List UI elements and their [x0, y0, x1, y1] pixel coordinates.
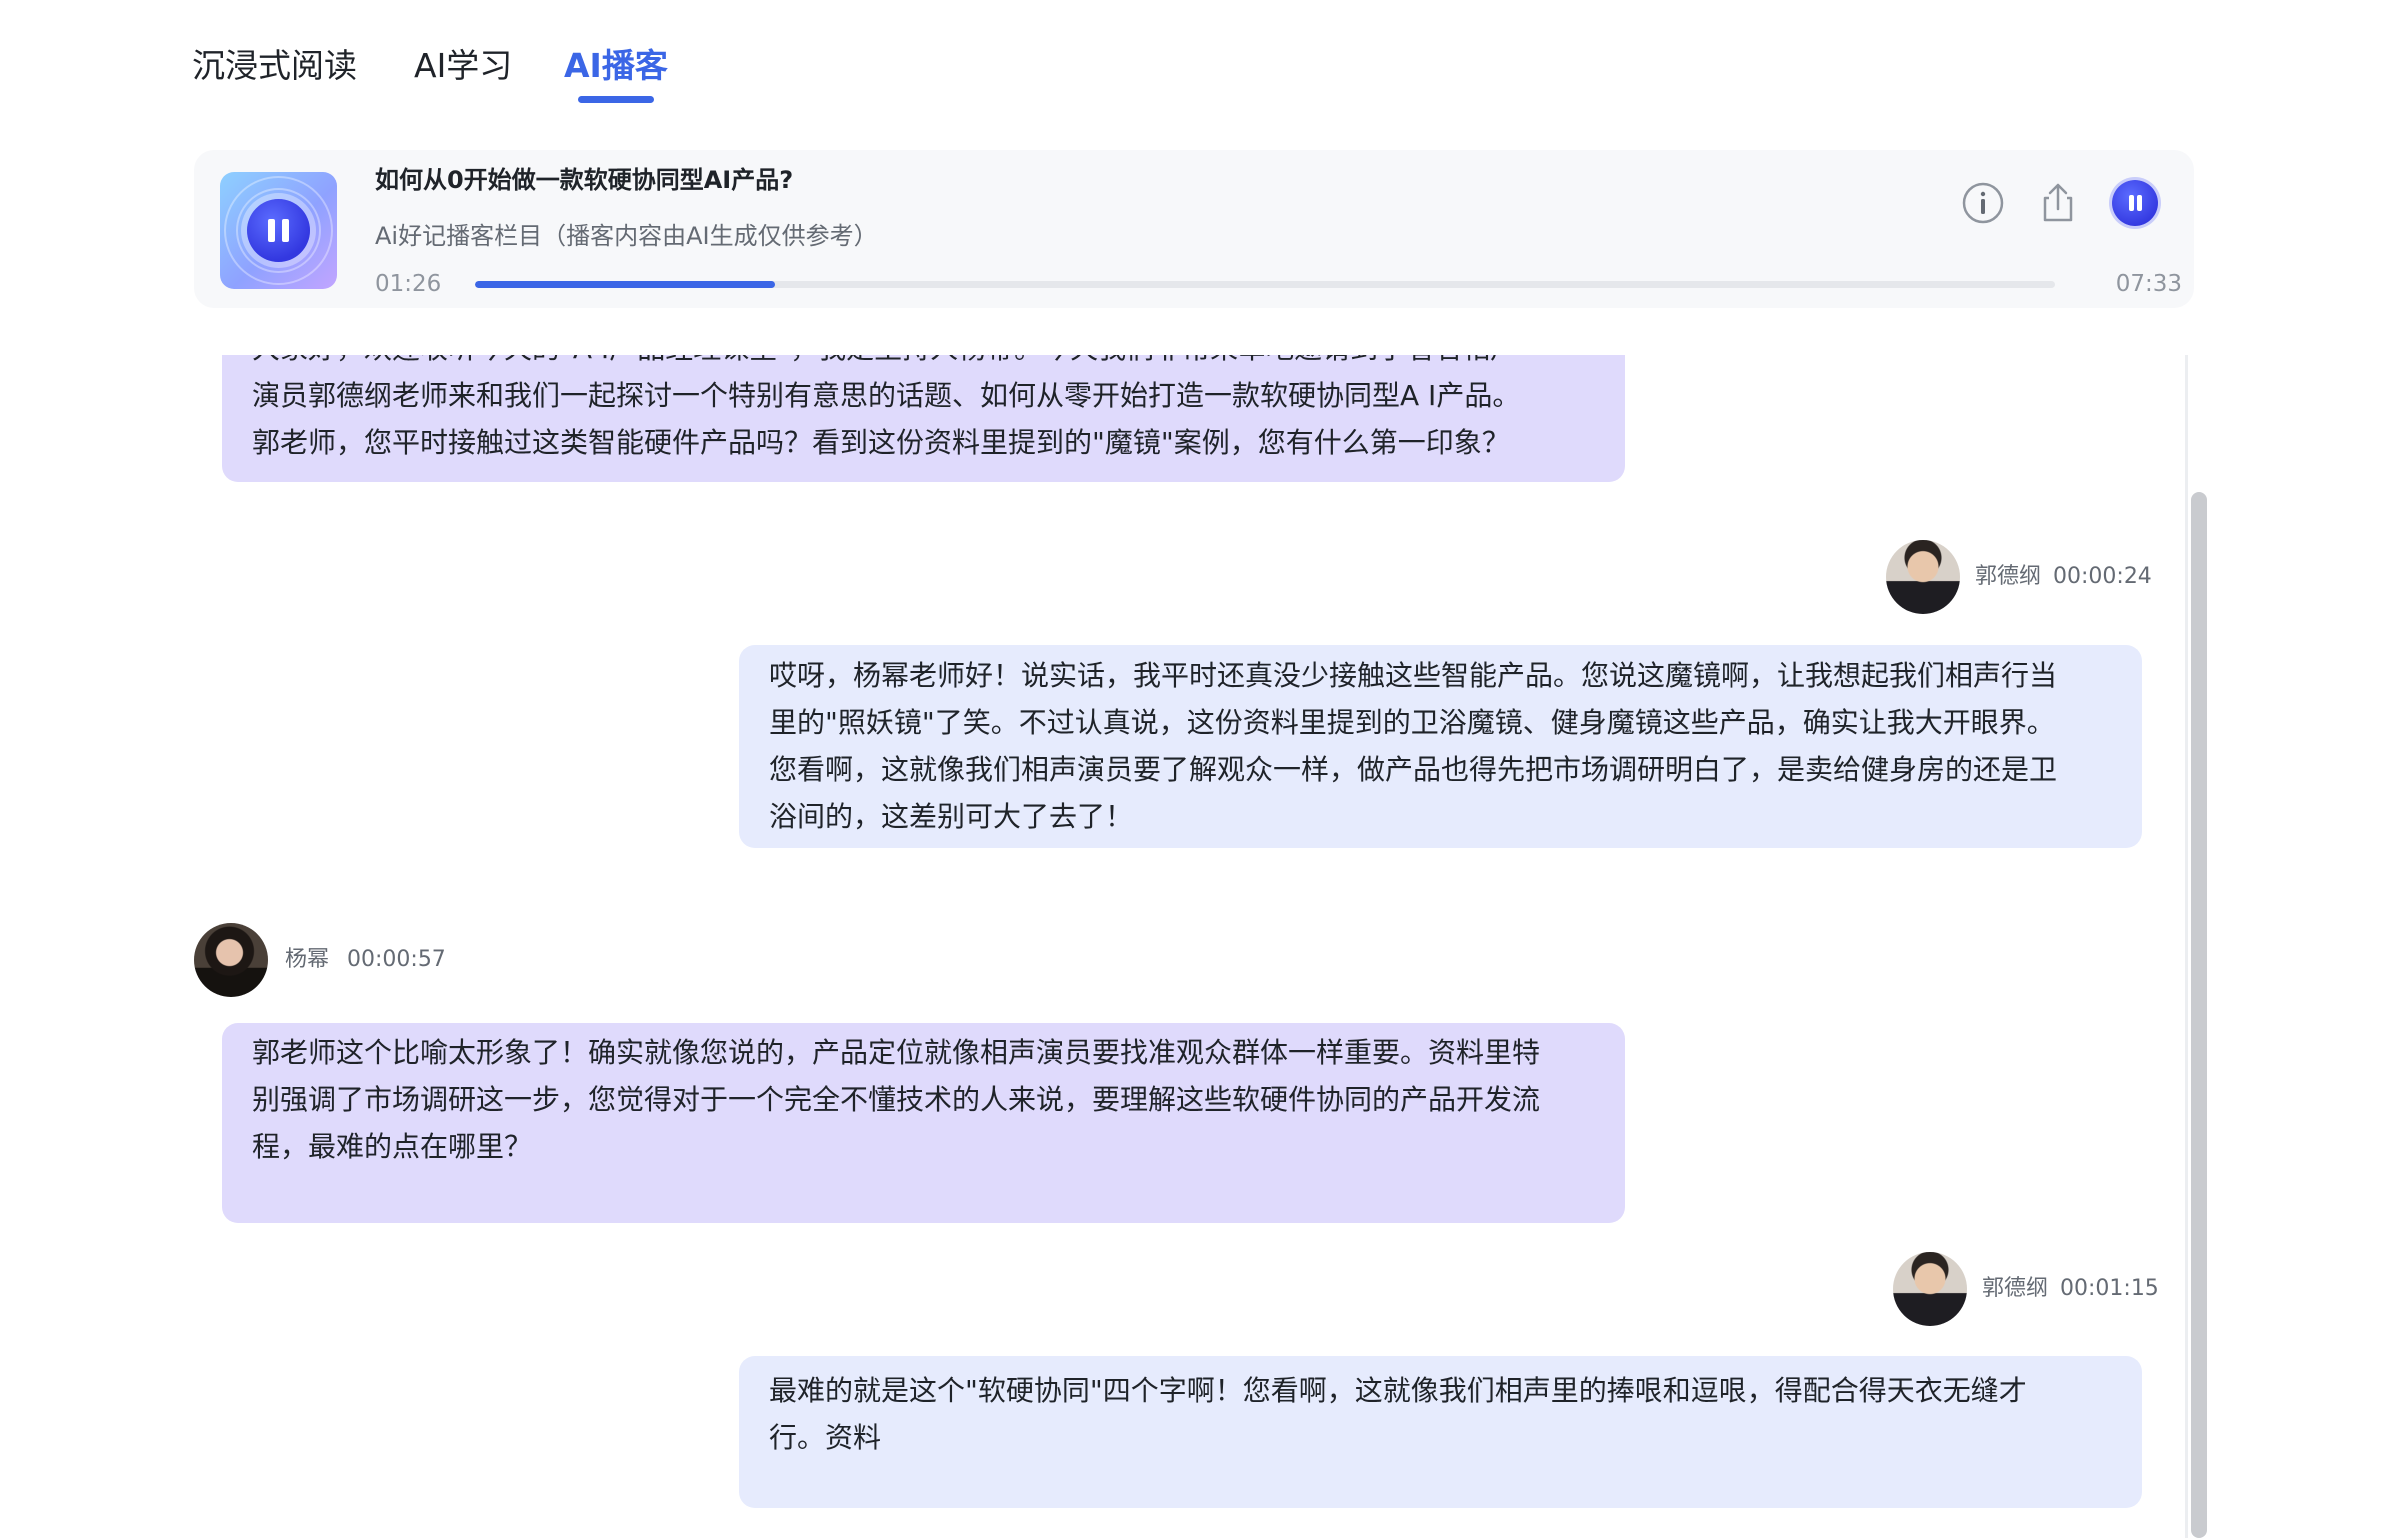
progress-bar[interactable] [475, 281, 2055, 288]
progress-fill [475, 281, 776, 288]
tab-ai-learning[interactable]: AI学习 [414, 42, 512, 90]
episode-title: 如何从0开始做一款软硬协同型AI产品? [375, 166, 794, 194]
bubble-line: 您看啊，这就像我们相声演员要了解观众一样，做产品也得先把市场调研明白了，是卖给健… [769, 753, 2058, 786]
speaker-header: 郭德纲 00:01:15 [1893, 1252, 2193, 1328]
tab-ai-podcast[interactable]: AI播客 [564, 42, 668, 90]
transcript-bubble-host: 郭老师这个比喻太形象了！确实就像您说的，产品定位就像相声演员要找准观众群体一样重… [222, 1023, 1625, 1223]
speaker-timestamp[interactable]: 00:00:57 [347, 941, 446, 979]
active-tab-indicator [578, 96, 654, 103]
pause-icon[interactable] [247, 199, 310, 262]
episode-subtitle: Ai好记播客栏目（播客内容由AI生成仅供参考） [375, 222, 878, 250]
speaker-name: 郭德纲 [1975, 564, 2042, 589]
bubble-line: 程，最难的点在哪里？ [252, 1130, 533, 1163]
bubble-line: 最难的就是这个"软硬协同"四个字啊！您看啊，这就像我们相声里的捧哏和逗哏，得配合… [769, 1374, 2027, 1407]
transcript-bubble-host: 大家好，欢迎收听今天的"A I产品经理课堂"，我是主持人杨幂。今天我们非常荣幸地… [222, 355, 1625, 482]
speaker-header: 郭德纲 00:00:24 [1886, 540, 2186, 616]
bubble-line: 浴间的，这差别可大了去了！ [769, 800, 1134, 833]
podcast-page: 沉浸式阅读 AI学习 AI播客 如何从0开始做一款软硬协同型AI产品? Ai好记… [0, 0, 2384, 1538]
transcript-bubble-guest: 最难的就是这个"软硬协同"四个字啊！您看啊，这就像我们相声里的捧哏和逗哏，得配合… [739, 1356, 2142, 1508]
speaker-name: 郭德纲 [1982, 1276, 2049, 1301]
speaker-timestamp[interactable]: 00:00:24 [2053, 558, 2152, 596]
avatar[interactable] [1886, 540, 1960, 614]
bubble-line: 哎呀，杨幂老师好！说实话，我平时还真没少接触这些智能产品。您说这魔镜啊，让我想起… [769, 659, 2058, 692]
info-icon[interactable] [1960, 180, 2006, 226]
bubble-line: 大家好，欢迎收听今天的"A I产品经理课堂"，我是主持人杨幂。今天我们非常荣幸地… [252, 355, 1595, 372]
podcast-cover[interactable] [220, 172, 337, 289]
podcast-player: 如何从0开始做一款软硬协同型AI产品? Ai好记播客栏目（播客内容由AI生成仅供… [194, 150, 2194, 308]
speaker-name: 杨幂 [285, 947, 330, 972]
tab-immersive-reading[interactable]: 沉浸式阅读 [192, 42, 357, 90]
bubble-line: 郭老师，您平时接触过这类智能硬件产品吗？看到这份资料里提到的"魔镜"案例，您有什… [252, 426, 1510, 459]
current-time: 01:26 [375, 271, 442, 297]
share-icon[interactable] [2035, 180, 2081, 226]
transcript-list: 大家好，欢迎收听今天的"A I产品经理课堂"，我是主持人杨幂。今天我们非常荣幸地… [0, 355, 2384, 1538]
transcript-bubble-guest: 哎呀，杨幂老师好！说实话，我平时还真没少接触这些智能产品。您说这魔镜啊，让我想起… [739, 645, 2142, 848]
speaker-header: 杨幂 00:00:57 [194, 923, 494, 999]
pause-icon[interactable] [2112, 180, 2158, 226]
bubble-line: 演员郭德纲老师来和我们一起探讨一个特别有意思的话题、如何从零开始打造一款软硬协同… [252, 379, 1521, 412]
transcript-scrollbar-track[interactable] [2185, 355, 2188, 1538]
transcript-scrollbar-thumb[interactable] [2191, 492, 2207, 1538]
bubble-line: 郭老师这个比喻太形象了！确实就像您说的，产品定位就像相声演员要找准观众群体一样重… [252, 1036, 1541, 1069]
bubble-line: 行。资料 [769, 1421, 882, 1454]
total-time: 07:33 [2115, 271, 2182, 297]
speaker-timestamp[interactable]: 00:01:15 [2060, 1270, 2159, 1308]
bubble-line: 里的"照妖镜"了笑。不过认真说，这份资料里提到的卫浴魔镜、健身魔镜这些产品，确实… [769, 706, 2055, 739]
avatar[interactable] [194, 923, 268, 997]
avatar[interactable] [1893, 1252, 1967, 1326]
bubble-line: 别强调了市场调研这一步，您觉得对于一个完全不懂技术的人来说，要理解这些软硬件协同… [252, 1083, 1541, 1116]
